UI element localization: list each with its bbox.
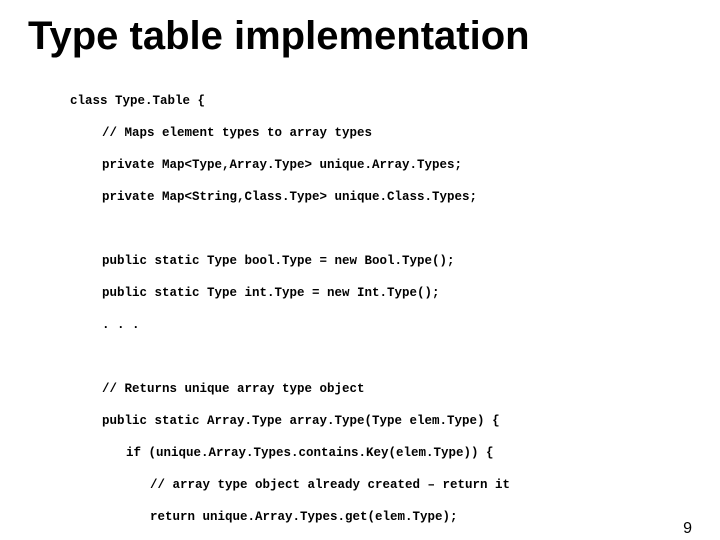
page-number: 9 [683, 520, 692, 538]
code-line: public static Type bool.Type = new Bool.… [70, 253, 680, 269]
code-line: . . . [70, 317, 680, 333]
code-line: public static Type int.Type = new Int.Ty… [70, 285, 680, 301]
code-line [70, 221, 680, 237]
code-line: public static Array.Type array.Type(Type… [70, 413, 680, 429]
code-line [70, 349, 680, 365]
code-line: // array type object already created – r… [70, 477, 680, 493]
code-line: // Returns unique array type object [70, 381, 680, 397]
code-line: class Type.Table { [70, 93, 680, 109]
code-block: class Type.Table { // Maps element types… [70, 77, 680, 540]
slide: Type table implementation class Type.Tab… [0, 14, 720, 540]
code-line: private Map<String,Class.Type> unique.Cl… [70, 189, 680, 205]
code-line: return unique.Array.Types.get(elem.Type)… [70, 509, 680, 525]
code-line: if (unique.Array.Types.contains.Key(elem… [70, 445, 680, 461]
code-line: private Map<Type,Array.Type> unique.Arra… [70, 157, 680, 173]
slide-title: Type table implementation [28, 14, 720, 59]
code-line: // Maps element types to array types [70, 125, 680, 141]
